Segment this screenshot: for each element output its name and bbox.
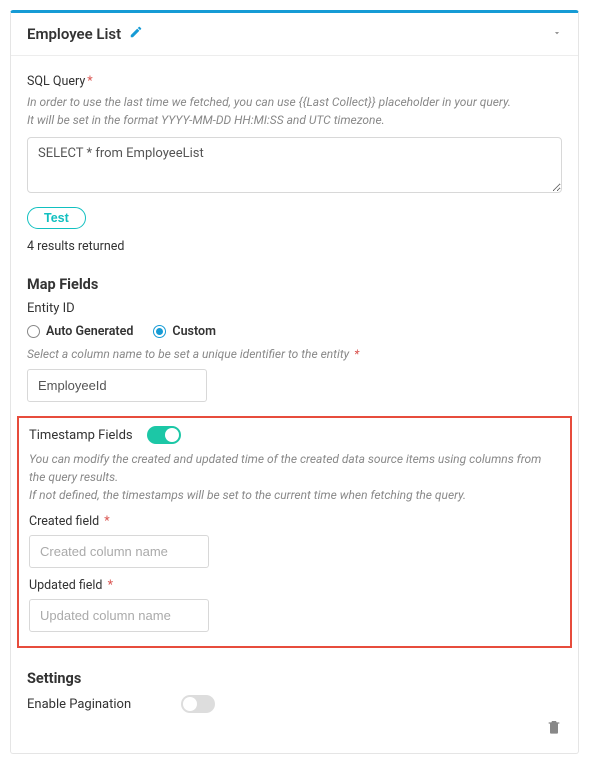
radio-auto-generated[interactable]: Auto Generated (27, 324, 133, 339)
entity-id-label: Entity ID (27, 301, 562, 316)
timestamp-hint-2: If not defined, the timestamps will be s… (29, 486, 560, 504)
data-source-panel: Employee List SQL Query* In order to use… (10, 10, 579, 754)
entity-id-input[interactable] (27, 369, 207, 402)
created-field-input[interactable] (29, 535, 209, 568)
timestamp-toggle[interactable] (147, 426, 181, 444)
map-fields-title: Map Fields (27, 276, 562, 293)
settings-title: Settings (27, 670, 562, 687)
pagination-label: Enable Pagination (27, 697, 131, 712)
entity-hint: Select a column name to be set a unique … (27, 345, 562, 363)
panel-title: Employee List (27, 25, 121, 43)
timestamp-highlight: Timestamp Fields You can modify the crea… (17, 416, 572, 648)
timestamp-fields-label: Timestamp Fields (29, 428, 133, 443)
sql-hint-2: It will be set in the format YYYY-MM-DD … (27, 111, 562, 129)
trash-icon[interactable] (546, 719, 562, 739)
edit-icon[interactable] (129, 25, 143, 43)
radio-icon (153, 325, 166, 338)
test-button[interactable]: Test (27, 207, 86, 229)
sql-query-input[interactable] (27, 137, 562, 193)
sql-hint-1: In order to use the last time we fetched… (27, 93, 562, 111)
test-result: 4 results returned (27, 239, 562, 254)
pagination-toggle[interactable] (181, 695, 215, 713)
timestamp-hint-1: You can modify the created and updated t… (29, 450, 560, 486)
radio-custom[interactable]: Custom (153, 324, 216, 339)
updated-field-label: Updated field * (29, 578, 560, 593)
radio-icon (27, 325, 40, 338)
created-field-label: Created field * (29, 514, 560, 529)
chevron-down-icon[interactable] (552, 27, 562, 41)
panel-header: Employee List (11, 13, 578, 56)
updated-field-input[interactable] (29, 599, 209, 632)
sql-query-label: SQL Query* (27, 74, 562, 89)
